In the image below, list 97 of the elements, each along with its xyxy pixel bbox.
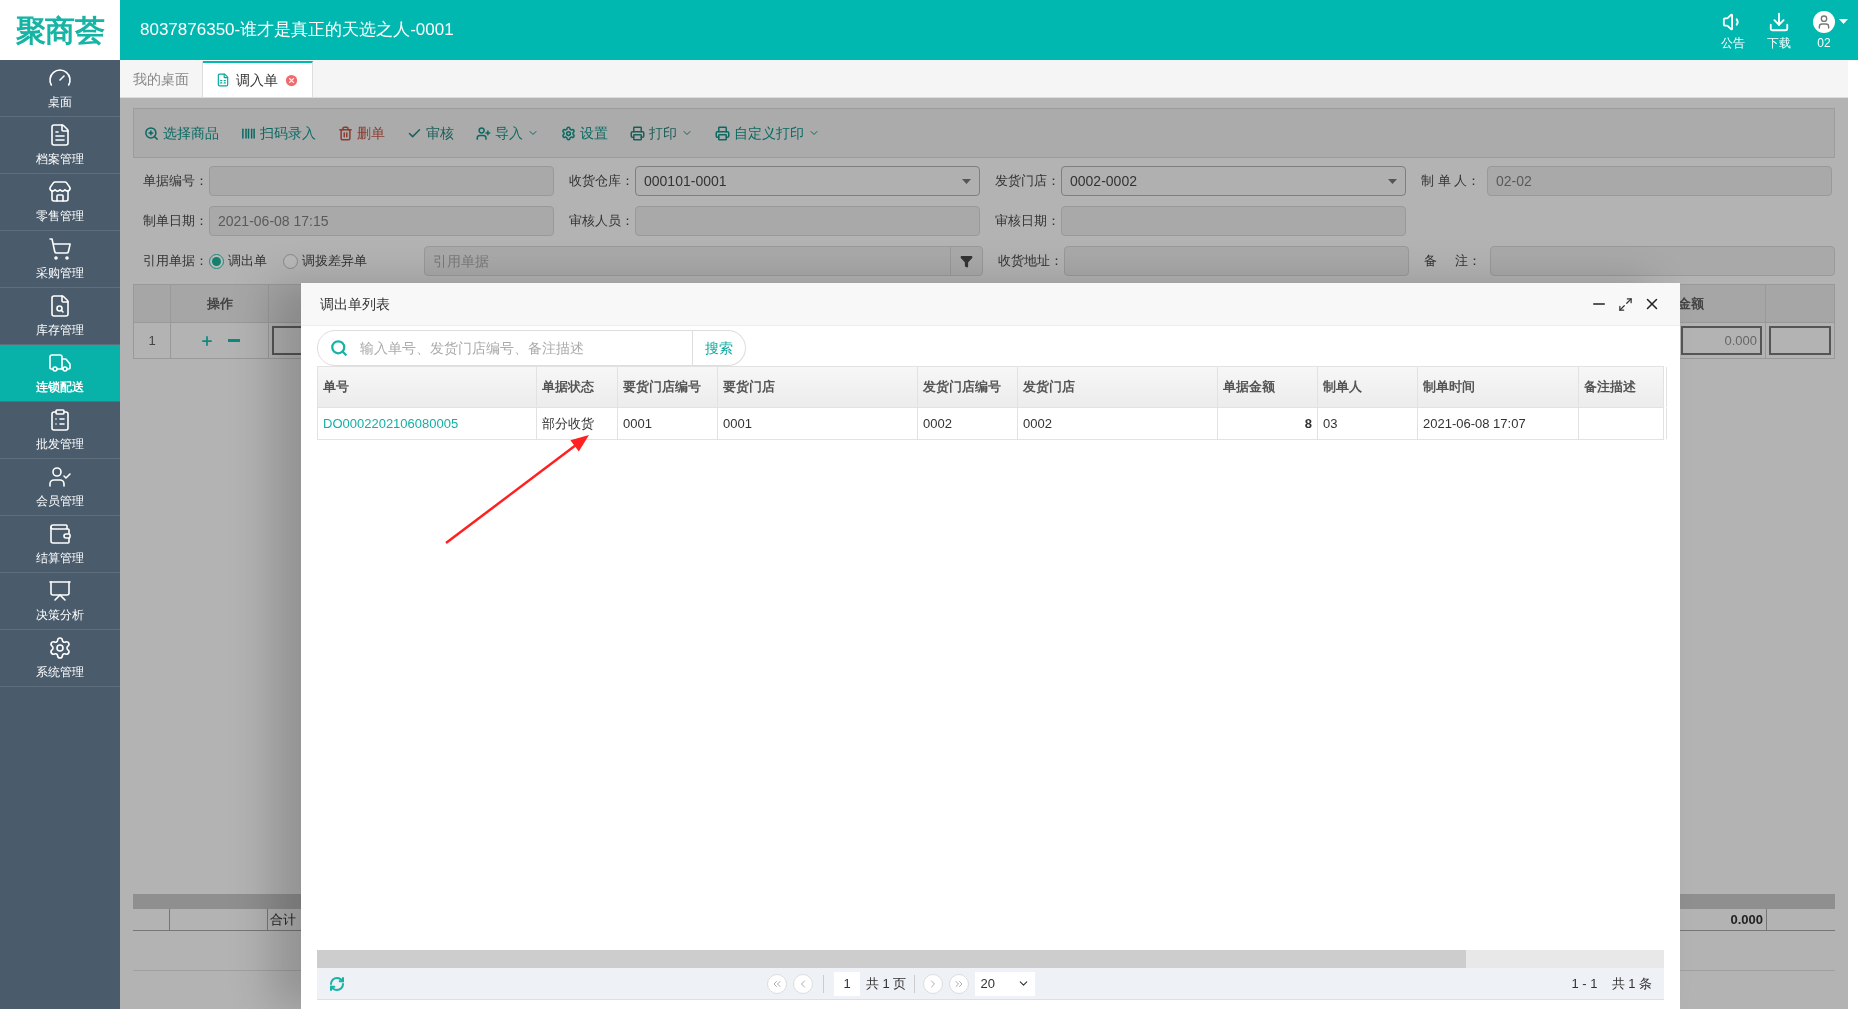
field-label: 审核人员： <box>569 212 635 231</box>
document-search-icon <box>48 293 72 318</box>
printer-icon <box>630 125 645 141</box>
column-header: 单号 <box>323 378 349 397</box>
text-field[interactable] <box>1064 246 1409 276</box>
text-field[interactable] <box>635 206 980 236</box>
text-field[interactable] <box>209 166 554 196</box>
header-action[interactable]: 下载 <box>1767 11 1791 49</box>
toolbar-button[interactable]: 选择商品 <box>144 122 219 144</box>
trash-icon <box>338 125 353 141</box>
toolbar-button[interactable]: 扫码录入 <box>241 122 316 144</box>
settings-icon <box>561 125 576 141</box>
row-number: 1 <box>148 331 156 350</box>
table-cell-text: 0002 <box>923 414 952 433</box>
text-field[interactable]: 2021-06-08 17:15 <box>209 206 554 236</box>
clipboard-icon <box>48 407 72 432</box>
range-text: 1 - 1 <box>1571 974 1598 993</box>
caret-icon <box>962 178 971 184</box>
radio-option[interactable]: 调出单 <box>209 251 267 271</box>
plus-icon <box>199 333 214 348</box>
barcode-icon <box>241 125 256 141</box>
field-label: 引用单据： <box>143 252 209 271</box>
order-link[interactable]: DO0002202106080005 <box>323 413 459 434</box>
close-icon <box>284 72 299 88</box>
table-cell-text: 03 <box>1323 414 1338 433</box>
page-size-select[interactable]: 20 <box>975 971 1036 996</box>
last-page-button[interactable] <box>949 973 970 994</box>
printer-icon <box>715 125 730 141</box>
caret-icon <box>1388 178 1397 184</box>
text-field[interactable] <box>1061 206 1406 236</box>
user-check-icon <box>48 464 72 489</box>
field-label: 单据编号： <box>143 172 209 191</box>
total-text: 共 1 条 <box>1611 974 1652 993</box>
avatar-icon <box>1813 11 1835 33</box>
field-label: 收货仓库： <box>569 172 635 191</box>
table-cell-text: 0001 <box>623 414 652 433</box>
page-input[interactable]: 1 <box>834 971 860 996</box>
tab[interactable]: 调入单 <box>203 61 313 97</box>
table-cell-text: 8 <box>1304 414 1312 433</box>
minus-icon[interactable] <box>227 339 240 342</box>
table-cell-text: 0001 <box>723 414 752 433</box>
sheet-icon <box>216 73 230 87</box>
toolbar-button[interactable]: 导入 <box>476 122 539 144</box>
maximize-icon[interactable] <box>1618 296 1633 312</box>
field-label: 备 注： <box>1424 252 1483 271</box>
previous-page-button[interactable] <box>793 973 813 994</box>
grid-input[interactable] <box>1769 326 1831 355</box>
presentation-icon <box>48 578 72 603</box>
refresh-icon[interactable] <box>329 975 345 992</box>
column-header: 要货门店编号 <box>623 378 701 397</box>
field-label: 制 单 人： <box>1421 172 1482 191</box>
field-label: 收货地址： <box>998 252 1064 271</box>
download-icon <box>1768 11 1790 33</box>
column-header: 要货门店 <box>723 378 775 397</box>
amount-field[interactable]: 0.000 <box>1681 326 1762 355</box>
text-field[interactable] <box>1490 246 1835 276</box>
cart-icon <box>48 236 72 261</box>
logo: 聚商荟 <box>16 12 104 49</box>
column-header: 备注描述 <box>1584 378 1636 397</box>
total-amount: 0.000 <box>1730 910 1763 929</box>
total-label: 合计 <box>270 910 296 929</box>
first-page-button[interactable] <box>767 973 787 994</box>
dialog-title: 调出单列表 <box>320 294 390 314</box>
radio-option[interactable]: 调拨差异单 <box>283 251 367 271</box>
store-icon <box>48 179 72 204</box>
zoom-icon <box>144 125 159 141</box>
column-header: 制单时间 <box>1423 378 1475 397</box>
column-header: 发货门店 <box>1023 378 1075 397</box>
wallet-icon <box>48 521 72 546</box>
text-field[interactable]: 02-02 <box>1487 166 1832 196</box>
settings-icon <box>48 635 72 660</box>
toolbar-button[interactable]: 设置 <box>561 122 608 144</box>
column-header: 操作 <box>206 294 233 313</box>
document-icon <box>48 122 72 147</box>
header-title: 8037876350-谁才是真正的天选之人-0001 <box>140 19 454 42</box>
header-action[interactable]: 公告 <box>1721 11 1745 49</box>
caret-icon <box>1839 19 1848 24</box>
user-icon <box>476 125 491 141</box>
next-page-button[interactable] <box>923 973 944 994</box>
sidebar-item[interactable]: 连锁配送 <box>0 345 120 402</box>
column-header: 单据金额 <box>1223 378 1275 397</box>
field-label: 制单日期： <box>143 212 209 231</box>
column-header: 单据状态 <box>542 378 594 397</box>
column-header: 制单人 <box>1323 378 1362 397</box>
filter-icon <box>960 254 973 268</box>
header-action[interactable]: 02 <box>1813 11 1848 49</box>
select-field[interactable]: 0002-0002 <box>1061 166 1406 196</box>
field-label: 发货门店： <box>995 172 1061 191</box>
table-cell-text: 0002 <box>1023 414 1052 433</box>
select-field[interactable]: 000101-0001 <box>635 166 980 196</box>
search-icon <box>330 339 348 357</box>
table-cell-text: 部分收货 <box>542 414 594 433</box>
toolbar-button[interactable]: 自定义打印 <box>715 122 820 144</box>
column-header: 发货门店编号 <box>923 378 1001 397</box>
table-cell-text: 2021-06-08 17:07 <box>1423 414 1526 433</box>
page-count: 共 1 页 <box>866 974 907 993</box>
field-label: 审核日期： <box>995 212 1061 231</box>
